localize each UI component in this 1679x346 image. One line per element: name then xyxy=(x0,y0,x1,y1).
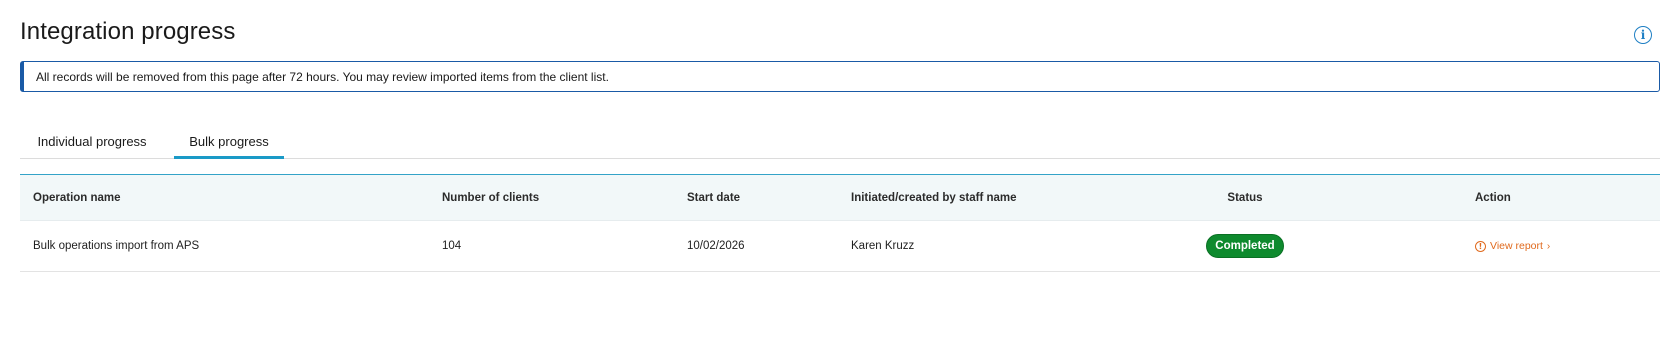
table-row: Bulk operations import from APS 104 10/0… xyxy=(20,221,1660,272)
column-header-action: Action xyxy=(1475,191,1511,204)
page-title: Integration progress xyxy=(20,18,236,45)
cell-operation-name: Bulk operations import from APS xyxy=(33,240,200,252)
cell-staff-name: Karen Kruzz xyxy=(851,240,915,252)
notice-banner: All records will be removed from this pa… xyxy=(20,61,1660,92)
column-header-operation-name: Operation name xyxy=(33,191,121,204)
bulk-progress-table: Operation name Number of clients Start d… xyxy=(20,174,1660,272)
column-header-status: Status xyxy=(1227,191,1263,204)
tab-bulk-progress[interactable]: Bulk progress xyxy=(174,131,284,159)
status-badge: Completed xyxy=(1206,234,1284,258)
chevron-right-icon: › xyxy=(1546,240,1551,252)
column-header-start-date: Start date xyxy=(687,191,741,204)
cell-status: Completed xyxy=(1185,221,1305,271)
view-report-label: View report xyxy=(1490,240,1543,252)
alert-circle-icon: ! xyxy=(1475,240,1486,252)
table-header: Operation name Number of clients Start d… xyxy=(20,175,1660,221)
cell-start-date: 10/02/2026 xyxy=(687,240,745,252)
info-icon[interactable]: i xyxy=(1634,26,1652,44)
view-report-link[interactable]: ! View report › xyxy=(1475,240,1550,252)
tab-individual-progress[interactable]: Individual progress xyxy=(20,131,164,158)
cell-number-of-clients: 104 xyxy=(442,240,462,252)
tab-bar: Individual progress Bulk progress xyxy=(20,131,1660,159)
column-header-staff-name: Initiated/created by staff name xyxy=(851,191,1017,204)
cell-action: ! View report › xyxy=(1475,221,1550,271)
column-header-number-of-clients: Number of clients xyxy=(442,191,540,204)
notice-text: All records will be removed from this pa… xyxy=(36,69,609,84)
